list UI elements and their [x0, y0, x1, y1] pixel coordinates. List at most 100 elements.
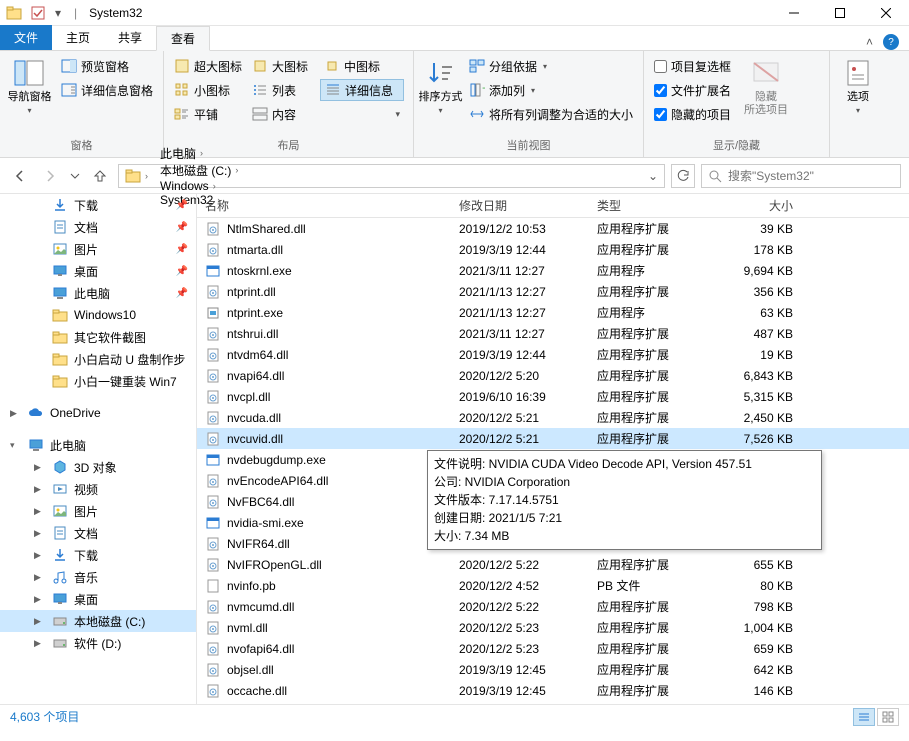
tree-item[interactable]: 小白一键重装 Win7 — [0, 370, 196, 392]
preview-pane-button[interactable]: 预览窗格 — [57, 55, 157, 77]
refresh-button[interactable] — [671, 164, 695, 188]
addcolumns-button[interactable]: +添加列▾ — [465, 79, 637, 101]
file-row[interactable]: nvcuvid.dll2020/12/2 5:21应用程序扩展7,526 KB — [197, 428, 909, 449]
tree-item[interactable]: ▶音乐 — [0, 566, 196, 588]
tab-view[interactable]: 查看 — [156, 26, 210, 51]
file-row[interactable]: ntvdm64.dll2019/3/19 12:44应用程序扩展19 KB — [197, 344, 909, 365]
file-row[interactable]: nvcuda.dll2020/12/2 5:21应用程序扩展2,450 KB — [197, 407, 909, 428]
sizeall-button[interactable]: 将所有列调整为合适的大小 — [465, 103, 637, 125]
tiles-icon — [174, 106, 190, 122]
breadcrumb[interactable]: Windows› — [154, 179, 244, 193]
disk-icon — [52, 613, 68, 629]
folder-icon — [52, 329, 68, 345]
file-row[interactable]: occache.dll2019/3/19 12:45应用程序扩展146 KB — [197, 680, 909, 701]
forward-button[interactable] — [38, 164, 62, 188]
close-button[interactable] — [863, 0, 909, 26]
hide-selected-button[interactable]: 隐藏 所选项目 — [737, 53, 795, 137]
tree-item[interactable]: ▶本地磁盘 (C:) — [0, 610, 196, 632]
address-dropdown-icon[interactable]: ⌄ — [642, 169, 664, 183]
up-button[interactable] — [88, 164, 112, 188]
groupby-button[interactable]: 分组依据▾ — [465, 55, 637, 77]
file-row[interactable]: objsel.dll2019/3/19 12:45应用程序扩展642 KB — [197, 659, 909, 680]
item-checkboxes-toggle[interactable]: 项目复选框 — [650, 55, 735, 77]
details-view-toggle[interactable] — [853, 708, 875, 726]
help-icon[interactable]: ? — [883, 34, 899, 50]
download-icon — [52, 547, 68, 563]
file-extensions-toggle[interactable]: 文件扩展名 — [650, 79, 735, 101]
breadcrumb[interactable]: 此电脑› — [154, 145, 244, 162]
address-bar[interactable]: › 此电脑›本地磁盘 (C:)›Windows›System32› ⌄ — [118, 164, 665, 188]
extra-large-icons-button[interactable]: 超大图标 — [170, 55, 244, 77]
tree-item[interactable]: ▶视频 — [0, 478, 196, 500]
tiles-button[interactable]: 平铺 — [170, 103, 244, 125]
window-title: System32 — [89, 6, 142, 20]
maximize-button[interactable] — [817, 0, 863, 26]
tree-item[interactable]: 小白启动 U 盘制作步 — [0, 348, 196, 370]
file-row[interactable]: ntmarta.dll2019/3/19 12:44应用程序扩展178 KB — [197, 239, 909, 260]
tree-item[interactable]: ▶桌面 — [0, 588, 196, 610]
tree-item[interactable]: 桌面📌 — [0, 260, 196, 282]
file-row[interactable]: nvml.dll2020/12/2 5:23应用程序扩展1,004 KB — [197, 617, 909, 638]
details-pane-button[interactable]: 详细信息窗格 — [57, 79, 157, 101]
search-box[interactable] — [701, 164, 901, 188]
details-view-button[interactable]: 详细信息 — [320, 79, 404, 101]
search-input[interactable] — [728, 169, 894, 183]
content-button[interactable]: 内容 — [248, 103, 316, 125]
tab-share[interactable]: 共享 — [104, 25, 156, 50]
breadcrumb[interactable]: 本地磁盘 (C:)› — [154, 162, 244, 179]
list-button[interactable]: 列表 — [248, 79, 316, 101]
back-button[interactable] — [8, 164, 32, 188]
col-type[interactable]: 类型 — [589, 197, 711, 214]
file-row[interactable]: ntoskrnl.exe2021/3/11 12:27应用程序9,694 KB — [197, 260, 909, 281]
tab-file[interactable]: 文件 — [0, 25, 52, 50]
properties-icon[interactable] — [30, 5, 46, 21]
doc-icon — [52, 219, 68, 235]
ribbon: 导航窗格 ▾ 预览窗格 详细信息窗格 窗格 超大图标 小图标 平铺 大图标 列表… — [0, 51, 909, 158]
tree-item[interactable]: ▶软件 (D:) — [0, 632, 196, 654]
tree-item[interactable]: 文档📌 — [0, 216, 196, 238]
tree-item[interactable]: ▶下载 — [0, 544, 196, 566]
file-row[interactable]: nvcpl.dll2019/6/10 16:39应用程序扩展5,315 KB — [197, 386, 909, 407]
qat-dropdown-icon[interactable]: ▾ — [54, 5, 62, 21]
tree-item[interactable]: ▶OneDrive — [0, 402, 196, 424]
col-size[interactable]: 大小 — [711, 197, 801, 214]
tree-item[interactable]: 下载📌 — [0, 194, 196, 216]
file-type-icon — [205, 347, 221, 363]
column-headers[interactable]: 名称 修改日期 类型 大小 — [197, 194, 909, 218]
file-row[interactable]: ntprint.dll2021/1/13 12:27应用程序扩展356 KB — [197, 281, 909, 302]
file-row[interactable]: ntshrui.dll2021/3/11 12:27应用程序扩展487 KB — [197, 323, 909, 344]
file-row[interactable]: nvmcumd.dll2020/12/2 5:22应用程序扩展798 KB — [197, 596, 909, 617]
large-icons-toggle[interactable] — [877, 708, 899, 726]
recent-locations-button[interactable] — [68, 164, 82, 188]
tree-item[interactable]: Windows10 — [0, 304, 196, 326]
tab-home[interactable]: 主页 — [52, 25, 104, 50]
large-icons-button[interactable]: 大图标 — [248, 55, 316, 77]
small-icons-button[interactable]: 小图标 — [170, 79, 244, 101]
svg-text:+: + — [482, 82, 485, 95]
navigation-tree[interactable]: 下载📌文档📌图片📌桌面📌此电脑📌Windows10其它软件截图小白启动 U 盘制… — [0, 194, 197, 704]
tree-item[interactable]: 图片📌 — [0, 238, 196, 260]
minimize-button[interactable] — [771, 0, 817, 26]
col-date[interactable]: 修改日期 — [451, 197, 589, 214]
layout-more-button[interactable]: ▾ — [320, 103, 404, 125]
file-row[interactable]: nvapi64.dll2020/12/2 5:20应用程序扩展6,843 KB — [197, 365, 909, 386]
options-button[interactable]: 选项 ▾ — [834, 53, 882, 137]
navigation-pane-button[interactable]: 导航窗格 ▾ — [4, 53, 55, 137]
file-row[interactable]: nvinfo.pb2020/12/2 4:52PB 文件80 KB — [197, 575, 909, 596]
minimize-ribbon-icon[interactable]: ˄ — [866, 35, 873, 49]
col-name[interactable]: 名称 — [197, 197, 451, 214]
file-type-icon — [205, 389, 221, 405]
tree-item[interactable]: ▾此电脑 — [0, 434, 196, 456]
tree-item[interactable]: ▶3D 对象 — [0, 456, 196, 478]
tree-item[interactable]: ▶图片 — [0, 500, 196, 522]
file-row[interactable]: NvIFROpenGL.dll2020/12/2 5:22应用程序扩展655 K… — [197, 554, 909, 575]
tree-item[interactable]: 此电脑📌 — [0, 282, 196, 304]
hidden-items-toggle[interactable]: 隐藏的项目 — [650, 103, 735, 125]
file-row[interactable]: NtlmShared.dll2019/12/2 10:53应用程序扩展39 KB — [197, 218, 909, 239]
tree-item[interactable]: 其它软件截图 — [0, 326, 196, 348]
medium-icons-button[interactable]: 中图标 — [320, 55, 404, 77]
tree-item[interactable]: ▶文档 — [0, 522, 196, 544]
file-row[interactable]: ntprint.exe2021/1/13 12:27应用程序63 KB — [197, 302, 909, 323]
sortby-button[interactable]: 排序方式 ▾ — [418, 53, 463, 137]
file-row[interactable]: nvofapi64.dll2020/12/2 5:23应用程序扩展659 KB — [197, 638, 909, 659]
